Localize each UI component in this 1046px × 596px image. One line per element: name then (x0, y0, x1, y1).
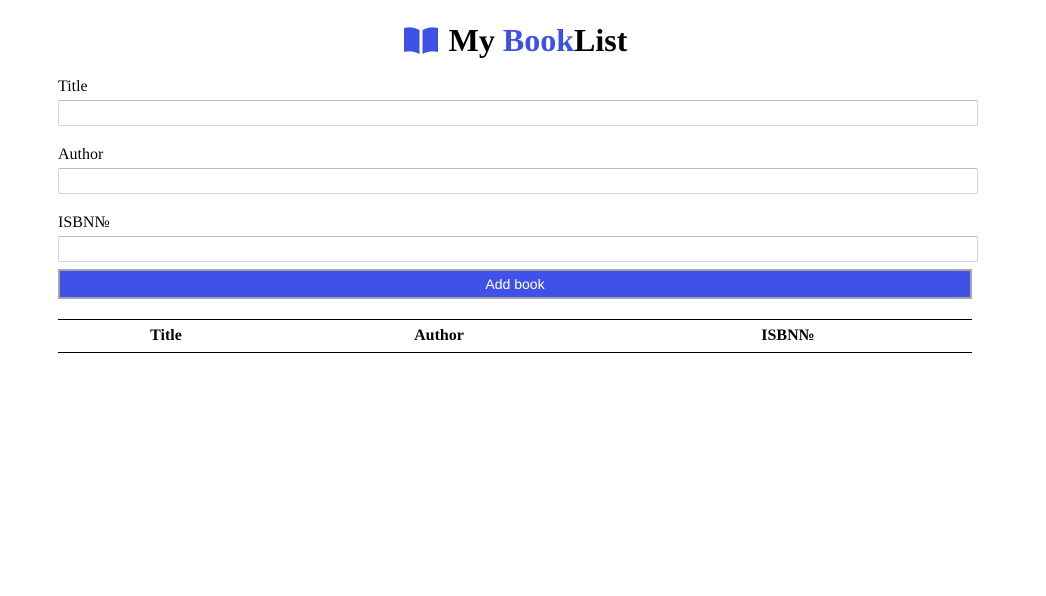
book-table: Title Author ISBN№ (58, 319, 972, 353)
add-book-form: Title Author ISBN№ (58, 78, 978, 278)
page-title: My BookList (449, 20, 628, 60)
add-book-button[interactable]: Add book (58, 269, 972, 299)
title-book: Book (502, 22, 574, 58)
app-header: My BookList (0, 20, 1030, 60)
open-book-icon (403, 25, 439, 55)
column-header-author: Author (274, 319, 604, 353)
title-input[interactable] (58, 100, 978, 126)
title-my: My (448, 22, 503, 58)
column-header-title: Title (58, 319, 274, 353)
title-list: List (574, 22, 628, 58)
author-label: Author (58, 146, 104, 163)
book-list-app: My BookList Title Author ISBN№ Add book … (0, 0, 1046, 596)
book-table-header: Title Author ISBN№ (58, 319, 972, 353)
table-header-row: Title Author ISBN№ (58, 319, 972, 353)
author-input[interactable] (58, 168, 978, 194)
column-header-isbn: ISBN№ (604, 319, 972, 353)
title-label: Title (58, 78, 88, 95)
isbn-input[interactable] (58, 236, 978, 262)
isbn-label: ISBN№ (58, 214, 110, 231)
